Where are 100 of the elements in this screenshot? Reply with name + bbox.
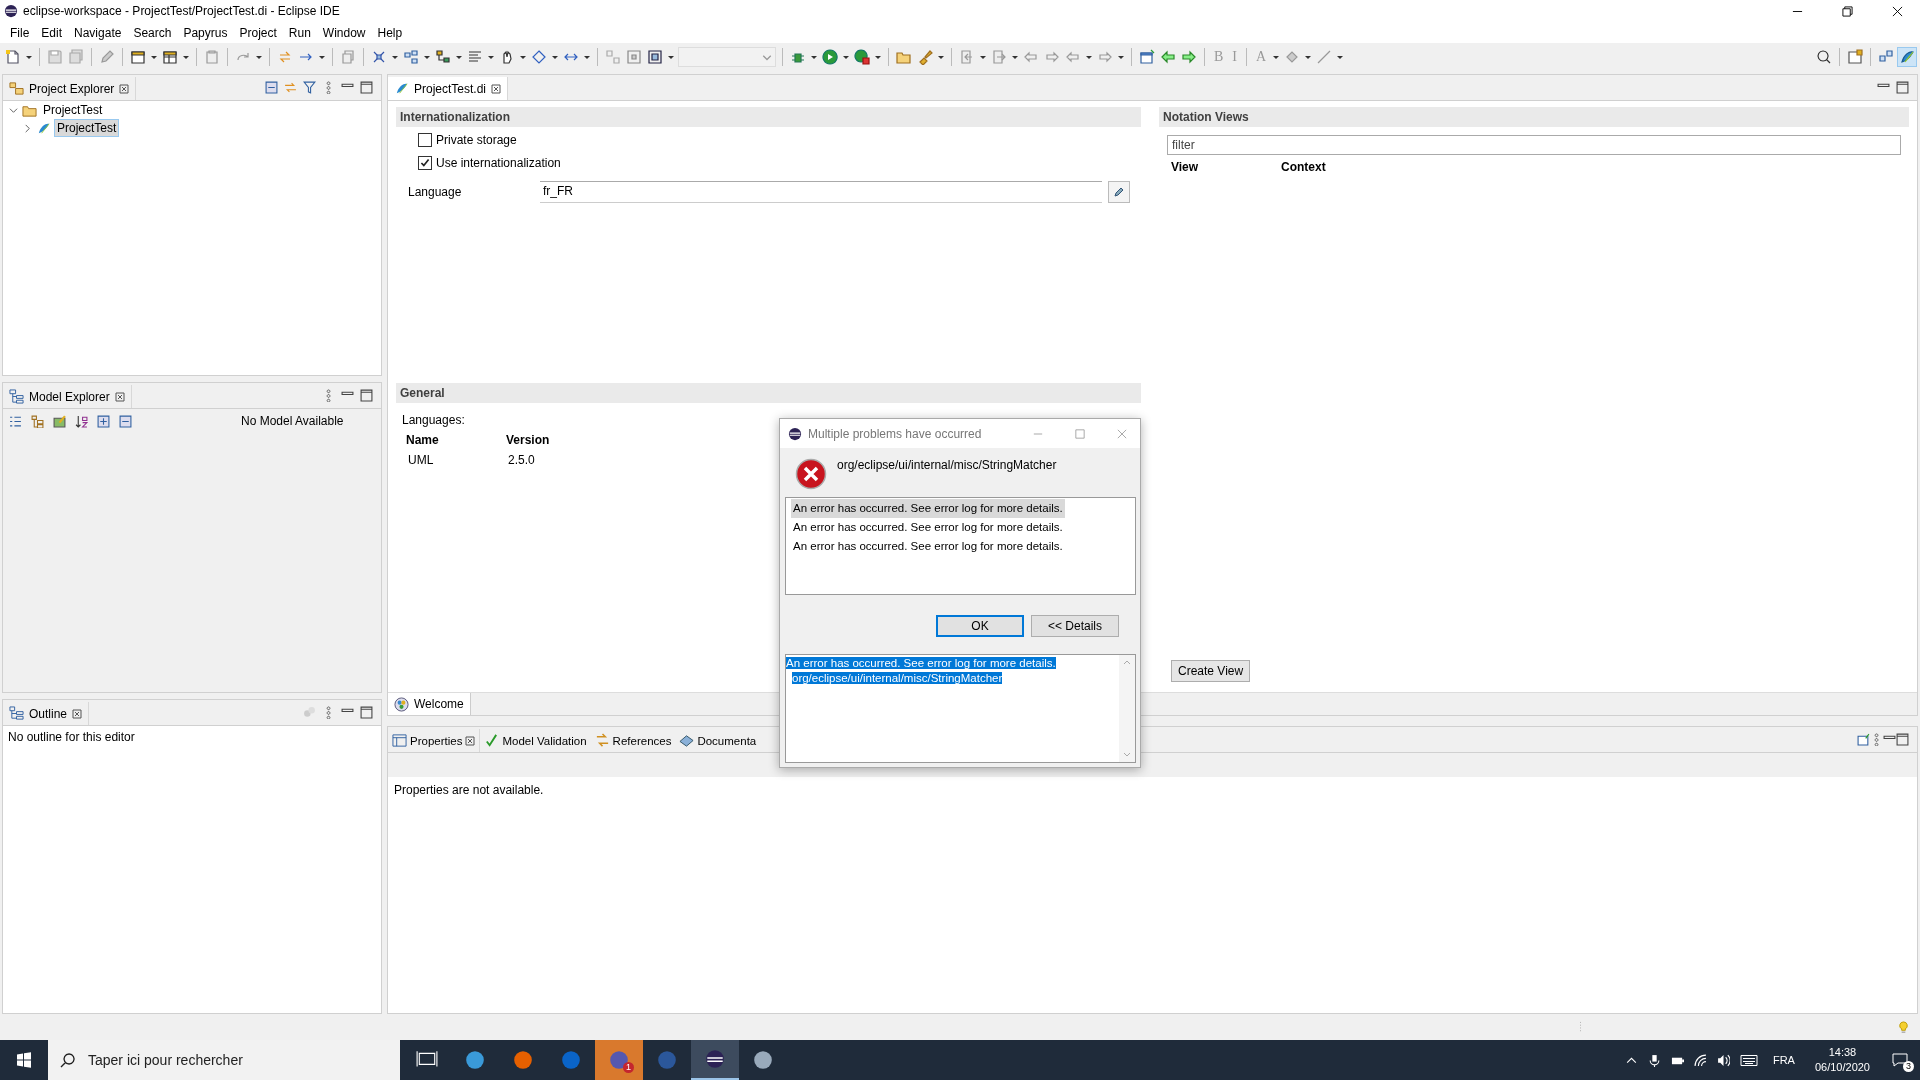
taskbar-app[interactable]: 1 (595, 1040, 643, 1080)
menu-item[interactable]: Navigate (68, 23, 128, 42)
list-icon[interactable] (9, 414, 22, 428)
editor-tab[interactable]: ProjectTest.di (388, 77, 509, 100)
problem-item[interactable]: An error has occurred. See error log for more details. (791, 499, 1065, 518)
collapse-all-icon[interactable] (265, 81, 278, 94)
expand-all-icon[interactable] (97, 414, 110, 428)
maximize-icon[interactable] (360, 389, 373, 402)
close-icon[interactable] (465, 735, 476, 746)
edit-button[interactable] (1108, 181, 1130, 203)
menu-item[interactable]: Search (127, 23, 178, 42)
chevron-down-icon[interactable] (9, 105, 18, 115)
close-icon[interactable] (119, 83, 130, 94)
close-icon[interactable] (72, 708, 83, 719)
checkbox[interactable] (418, 156, 432, 170)
microphone-icon[interactable] (1647, 1053, 1661, 1067)
close-icon[interactable] (491, 83, 502, 94)
pencil-icon (1113, 186, 1125, 198)
menu-item[interactable]: Run (282, 23, 317, 42)
check-icon (419, 157, 431, 169)
field-label: Languages: (402, 413, 466, 427)
circles-icon (394, 696, 409, 712)
start-icon[interactable] (16, 1052, 32, 1068)
table-edit-icon[interactable] (53, 414, 66, 428)
empty-message: Properties are not available. (393, 782, 545, 799)
table-cell-text: 2.5.0 (507, 453, 536, 467)
blocks-icon[interactable] (402, 47, 420, 66)
menu-item[interactable]: Edit (35, 23, 69, 42)
taskbar-app[interactable] (691, 1040, 739, 1080)
menu-item[interactable]: File (4, 23, 36, 42)
search-icon (60, 1052, 76, 1068)
chevron-right-icon[interactable] (23, 123, 32, 133)
perspective-icon[interactable] (1846, 47, 1864, 66)
menu-item[interactable]: Papyrus (177, 23, 234, 42)
checkbox[interactable] (418, 133, 432, 147)
empty-message: No Model Available (241, 414, 344, 428)
restore-icon[interactable] (1842, 5, 1853, 17)
tree-item[interactable]: ProjectTest (41, 102, 105, 118)
tree-item[interactable]: ProjectTest (55, 120, 119, 136)
keyboard-icon[interactable] (1739, 1053, 1758, 1067)
error-icon (795, 458, 827, 490)
maximize-icon[interactable] (360, 81, 373, 94)
problem-item[interactable]: An error has occurred. See error log for more details. (791, 518, 1065, 537)
filter-field[interactable]: filter (1167, 135, 1901, 155)
book-icon (679, 733, 695, 748)
column-header: Version (506, 433, 551, 447)
view-tab[interactable]: Documenta (675, 729, 761, 752)
search-field[interactable]: Taper ici pour rechercher (48, 1040, 400, 1080)
maximize-icon[interactable] (1896, 81, 1909, 94)
notification-button[interactable]: 3 (1880, 1040, 1920, 1080)
error-message: org/eclipse/ui/internal/misc/StringMatcher (837, 458, 1057, 472)
striped-circle-icon (704, 1048, 726, 1070)
table-cell-text: UML (407, 453, 435, 467)
wifi-icon[interactable] (1693, 1053, 1707, 1067)
language-field[interactable]: fr_FR (540, 181, 1102, 203)
close-icon[interactable] (1892, 5, 1903, 17)
search-icon[interactable] (1815, 47, 1833, 66)
collapse-all-icon[interactable] (119, 414, 132, 428)
view-tab[interactable]: References (590, 729, 676, 752)
view-tab[interactable]: Model Validation (480, 729, 591, 752)
select-icon[interactable] (646, 47, 664, 66)
details-button[interactable]: << Details (1031, 615, 1119, 637)
problem-item[interactable]: An error has occurred. See error log for more details. (791, 537, 1065, 556)
circle-icon (560, 1049, 582, 1071)
circle-icon (608, 1049, 630, 1071)
circle-icon (464, 1049, 486, 1071)
hierarchy-icon (9, 389, 24, 404)
speaker-icon[interactable] (1716, 1053, 1730, 1067)
ok-button[interactable]: OK (936, 615, 1024, 637)
input-language[interactable]: FRA (1772, 1054, 1795, 1066)
tree-icon[interactable] (434, 47, 452, 66)
empty-message: No outline for this editor (7, 729, 136, 746)
maximize-icon[interactable] (1896, 733, 1909, 746)
menu-item[interactable]: Help (371, 23, 409, 42)
filter-icon[interactable] (303, 81, 316, 94)
speech-bubble-icon (1892, 1052, 1908, 1068)
menu-item[interactable]: Project (233, 23, 283, 42)
clock[interactable]: 14:38 06/10/2020 (1814, 1045, 1870, 1075)
column-header: Context (1281, 160, 1327, 174)
menu-item[interactable]: Window (316, 23, 372, 42)
circle-icon (512, 1049, 534, 1071)
maximize-icon[interactable] (360, 706, 373, 719)
create-view-button[interactable]: Create View (1171, 660, 1251, 682)
clipboard-icon[interactable] (203, 47, 221, 66)
close-icon[interactable] (114, 391, 125, 402)
welcome-tab[interactable]: Welcome (388, 693, 471, 715)
hierarchy-icon[interactable] (31, 414, 44, 428)
references-icon (594, 733, 610, 748)
window-title: eclipse-workspace - ProjectTest/ProjectTest.di - Eclipse IDE (23, 4, 340, 18)
sort-icon[interactable] (75, 414, 88, 428)
new-file-icon[interactable] (4, 47, 22, 66)
run-icon[interactable] (821, 47, 839, 66)
pin-icon[interactable] (1857, 733, 1870, 746)
dialog-title: Multiple problems have occurred (808, 426, 982, 441)
details-area[interactable]: An error has occurred. See error log for more details. org/eclipse/ui/internal/misc/StringMatcher (785, 654, 1136, 763)
run-ext-icon[interactable] (853, 47, 871, 66)
new-window-icon[interactable] (1138, 47, 1156, 66)
folder-tree-icon (9, 81, 24, 96)
checkbox-label: Private storage (436, 133, 517, 147)
circle-icon (752, 1049, 774, 1071)
